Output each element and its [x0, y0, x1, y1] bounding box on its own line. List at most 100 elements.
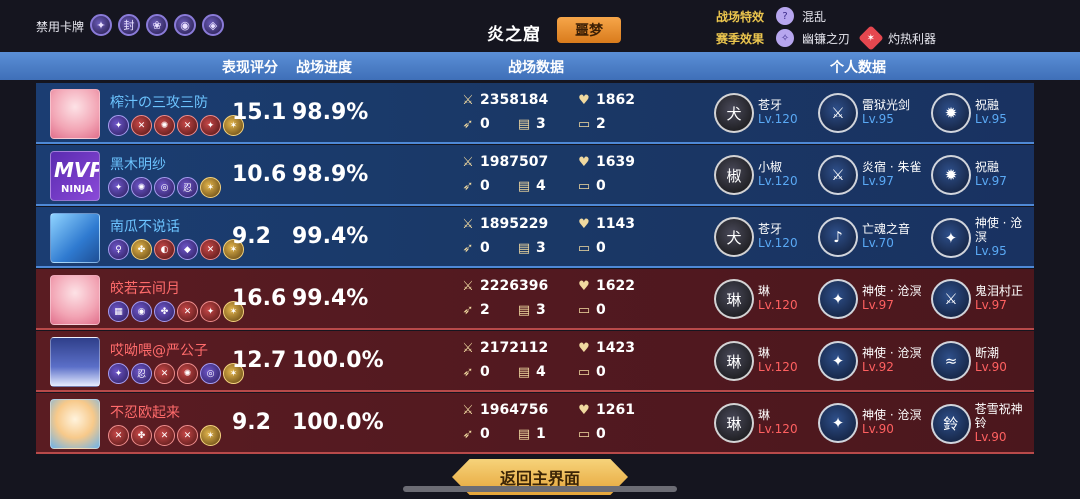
equipped-card-icon[interactable]: 忍 [131, 363, 152, 384]
equipped-card-icon[interactable]: ✕ [131, 115, 152, 136]
equipped-card-icon[interactable]: ✤ [154, 301, 175, 322]
equipped-card-icon[interactable]: ✺ [131, 177, 152, 198]
damage-stat: ⚔ 2172112 [460, 340, 548, 356]
weapon-slot[interactable]: ✦ 神使 · 沧溟 Lv.92 [818, 341, 921, 381]
home-indicator[interactable] [403, 486, 677, 492]
equipped-card-icon[interactable]: ✦ [200, 301, 221, 322]
equipped-cards: ✦ ✕ ✺ ✕ ✦ ✶ [108, 115, 244, 136]
equipped-card-icon[interactable]: ♀ [108, 239, 129, 260]
equipped-card-icon[interactable]: ✺ [177, 363, 198, 384]
equipped-card-icon[interactable]: ◐ [154, 239, 175, 260]
equipped-card-icon[interactable]: ✕ [108, 425, 129, 446]
hero-info: 小椒 Lv.120 [758, 160, 798, 189]
stat-three-value: 0 [596, 302, 606, 318]
equipped-card-icon[interactable]: ◎ [200, 363, 221, 384]
character-slot[interactable]: 椒 小椒 Lv.120 [714, 155, 798, 195]
hero-name: 雷狱光剑 [862, 98, 911, 113]
weapon-icon: 鈴 [931, 403, 971, 444]
player-avatar[interactable] [50, 337, 100, 387]
ninja-label: NINJA [61, 184, 93, 195]
weapon-slot[interactable]: ♪ 亡魂之音 Lv.70 [818, 217, 910, 257]
stat-one-value: 2 [480, 302, 490, 318]
banned-card-icon[interactable]: ◈ [202, 14, 224, 36]
player-name[interactable]: 皎若云间月 [110, 278, 180, 298]
weapon-slot[interactable]: ✹ 祝融 Lv.97 [931, 155, 1007, 195]
equipped-card-icon[interactable]: ✕ [200, 239, 221, 260]
equipped-card-icon[interactable]: ✕ [177, 301, 198, 322]
player-row[interactable]: 榨汁の三攻三防 ✦ ✕ ✺ ✕ ✦ ✶ 15.1 98.9% ⚔ 2358184 ♥ 18… [36, 83, 1034, 144]
hero-level: Lv.120 [758, 422, 798, 436]
blade-icon[interactable]: ✧ [776, 29, 795, 47]
weapon-slot[interactable]: 鈴 苍雪祝神铃 Lv.90 [931, 402, 1034, 444]
character-slot[interactable]: 琳 琳 Lv.120 [714, 341, 798, 381]
player-avatar[interactable]: MVP NINJA [50, 151, 100, 201]
weapon-slot[interactable]: ✦ 神使 · 沧溟 Lv.97 [818, 279, 921, 319]
equipped-card-icon[interactable]: 忍 [177, 177, 198, 198]
banned-card-icon[interactable]: ◉ [174, 14, 196, 36]
equipped-card-icon[interactable]: ✤ [131, 239, 152, 260]
row-divider [36, 452, 1034, 454]
equipped-card-icon[interactable]: ✕ [177, 425, 198, 446]
weapon-slot[interactable]: ≈ 断潮 Lv.90 [931, 341, 1007, 381]
performance-score: 9.2 [232, 224, 271, 249]
character-portrait-icon: 琳 [714, 279, 754, 319]
player-name[interactable]: 南瓜不说话 [110, 216, 180, 236]
player-row[interactable]: 不忍欧起来 ✕ ✤ ✕ ✕ ✶ 9.2 100.0% ⚔ 1964756 ♥ 1261 … [36, 393, 1034, 454]
hero-level: Lv.95 [862, 112, 894, 126]
player-name[interactable]: 不忍欧起来 [110, 402, 180, 422]
equipped-card-icon[interactable]: ✤ [131, 425, 152, 446]
player-avatar[interactable] [50, 275, 100, 325]
equipped-card-icon[interactable]: ◆ [177, 239, 198, 260]
equipped-card-icon[interactable]: ▦ [108, 301, 129, 322]
chest-icon: ▭ [577, 240, 591, 256]
weapon-slot[interactable]: ⚔ 雷狱光剑 Lv.95 [818, 93, 910, 133]
chest-icon: ▭ [577, 178, 591, 194]
equipped-card-icon[interactable]: ✦ [108, 177, 129, 198]
boot-icon: ➶ [462, 240, 474, 256]
equipped-card-icon[interactable]: ✕ [154, 363, 175, 384]
player-row[interactable]: MVP NINJA 黑木明纱 ✦ ✺ ◎ 忍 ✶ 10.6 98.9% ⚔ 198750… [36, 145, 1034, 206]
character-slot[interactable]: 犬 苍牙 Lv.120 [714, 93, 798, 133]
player-row[interactable]: 皎若云间月 ▦ ◉ ✤ ✕ ✦ ✶ 16.6 99.4% ⚔ 2226396 ♥ 1622… [36, 269, 1034, 330]
player-avatar[interactable] [50, 89, 100, 139]
row-divider [36, 390, 1034, 392]
chaos-icon[interactable]: ? [776, 7, 795, 25]
hero-level: Lv.120 [758, 112, 798, 126]
effect-name: 灼热利器 [888, 31, 937, 46]
stat-three-value: 0 [596, 426, 606, 442]
character-slot[interactable]: 琳 琳 Lv.120 [714, 279, 798, 319]
scroll-icon: ▤ [517, 302, 531, 318]
flame-icon[interactable]: ✶ [858, 25, 884, 51]
equipped-card-icon[interactable]: ✕ [154, 425, 175, 446]
stat-two: ▤ 1 [516, 426, 546, 442]
weapon-slot[interactable]: ⚔ 炎宿 · 朱雀 Lv.97 [818, 155, 921, 195]
equipped-card-icon[interactable]: ✦ [108, 115, 129, 136]
banned-card-icon[interactable]: ✦ [90, 14, 112, 36]
weapon-slot[interactable]: ⚔ 鬼泪村正 Lv.97 [931, 279, 1023, 319]
equipped-card-icon[interactable]: ◎ [154, 177, 175, 198]
heal-stat: ♥ 1862 [576, 92, 635, 108]
equipped-card-icon[interactable]: ◉ [131, 301, 152, 322]
weapon-slot[interactable]: ✹ 祝融 Lv.95 [931, 93, 1007, 133]
weapon-slot[interactable]: ✦ 神使 · 沧溟 Lv.95 [931, 216, 1034, 258]
equipped-card-icon[interactable]: ✶ [200, 177, 221, 198]
player-name[interactable]: 黑木明纱 [110, 154, 166, 174]
player-avatar[interactable] [50, 399, 100, 449]
character-slot[interactable]: 琳 琳 Lv.120 [714, 403, 798, 443]
equipped-card-icon[interactable]: ✶ [200, 425, 221, 446]
weapon-slot[interactable]: ✦ 神使 · 沧溟 Lv.90 [818, 403, 921, 443]
battle-progress: 99.4% [292, 224, 369, 249]
player-name[interactable]: 榨汁の三攻三防 [110, 92, 208, 112]
character-slot[interactable]: 犬 苍牙 Lv.120 [714, 217, 798, 257]
player-row[interactable]: 南瓜不说话 ♀ ✤ ◐ ◆ ✕ ✶ 9.2 99.4% ⚔ 1895229 ♥ 1143 … [36, 207, 1034, 268]
banned-card-icon[interactable]: ❀ [146, 14, 168, 36]
equipped-card-icon[interactable]: ✺ [154, 115, 175, 136]
banned-card-icon[interactable]: 封 [118, 14, 140, 36]
equipped-card-icon[interactable]: ✦ [108, 363, 129, 384]
player-row[interactable]: 哎呦喂@严公子 ✦ 忍 ✕ ✺ ◎ ✶ 12.7 100.0% ⚔ 2172112 ♥ 1… [36, 331, 1034, 392]
equipped-card-icon[interactable]: ✦ [200, 115, 221, 136]
player-name[interactable]: 哎呦喂@严公子 [110, 340, 208, 360]
player-avatar[interactable] [50, 213, 100, 263]
equipped-card-icon[interactable]: ✕ [177, 115, 198, 136]
damage-value: 1895229 [480, 216, 549, 232]
